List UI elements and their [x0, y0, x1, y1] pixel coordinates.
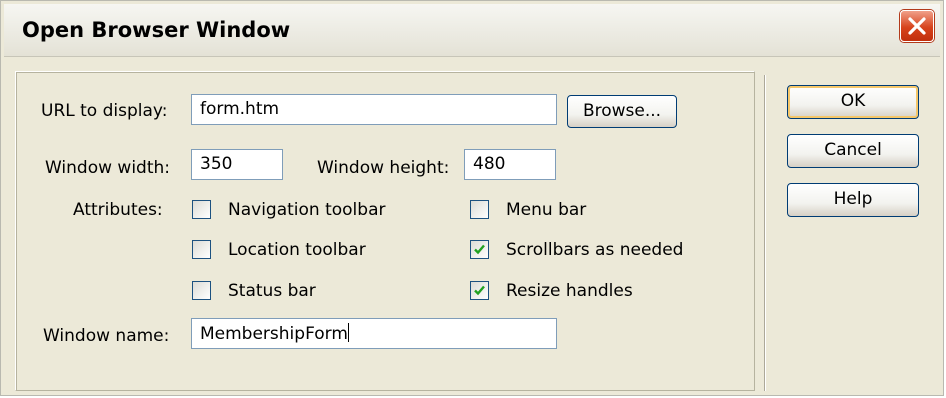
title-bar[interactable]: Open Browser Window: [4, 4, 940, 57]
close-x-icon: [908, 17, 926, 35]
close-button[interactable]: [900, 10, 934, 42]
open-browser-window-dialog: Open Browser Window URL to display: form…: [0, 0, 944, 396]
window-name-input[interactable]: MembershipForm: [191, 318, 557, 349]
text-caret: [347, 323, 349, 342]
window-width-input[interactable]: 350: [191, 149, 283, 180]
window-name-label: Window name:: [43, 326, 170, 346]
location-toolbar-label[interactable]: Location toolbar: [228, 240, 366, 260]
status-bar-label[interactable]: Status bar: [228, 281, 316, 301]
navigation-toolbar-checkbox[interactable]: [192, 200, 211, 219]
status-bar-checkbox[interactable]: [192, 281, 211, 300]
dialog-title: Open Browser Window: [22, 18, 291, 42]
browse-button[interactable]: Browse...: [567, 95, 677, 128]
location-toolbar-checkbox[interactable]: [192, 240, 211, 259]
menu-bar-label[interactable]: Menu bar: [506, 200, 586, 220]
url-label: URL to display:: [41, 101, 168, 121]
button-separator: [764, 75, 766, 391]
window-width-label: Window width:: [45, 158, 171, 178]
window-name-value: MembershipForm: [200, 324, 348, 344]
window-height-input[interactable]: 480: [464, 149, 556, 180]
scrollbars-label[interactable]: Scrollbars as needed: [506, 240, 683, 260]
ok-button[interactable]: OK: [787, 85, 919, 119]
navigation-toolbar-label[interactable]: Navigation toolbar: [228, 200, 385, 220]
menu-bar-checkbox[interactable]: [470, 200, 489, 219]
attributes-label: Attributes:: [73, 200, 163, 220]
help-button[interactable]: Help: [787, 183, 919, 217]
checkmark-icon: [474, 285, 485, 296]
scrollbars-checkbox[interactable]: [470, 240, 489, 259]
resize-handles-label[interactable]: Resize handles: [506, 281, 633, 301]
window-height-label: Window height:: [317, 158, 450, 178]
resize-handles-checkbox[interactable]: [470, 281, 489, 300]
url-input[interactable]: form.htm: [191, 94, 557, 125]
cancel-button[interactable]: Cancel: [787, 134, 919, 168]
checkmark-icon: [474, 244, 485, 255]
